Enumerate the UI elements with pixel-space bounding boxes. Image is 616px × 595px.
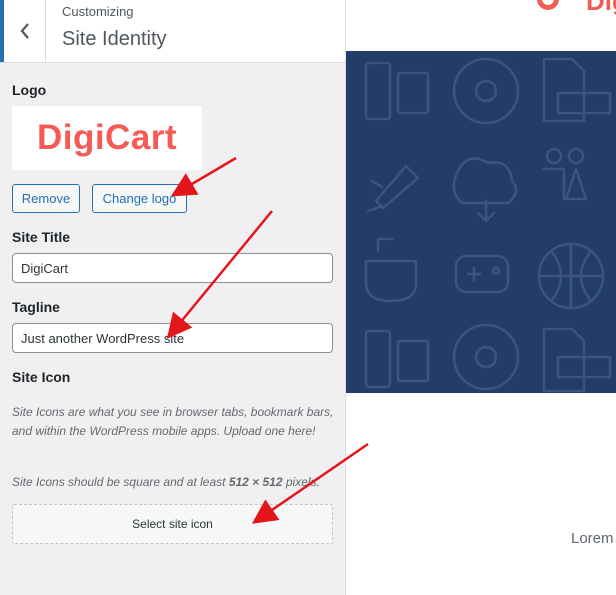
customizer-sidebar: Customizing Site Identity Logo DigiCart … [0,0,346,595]
preview-logo-icon [537,0,559,10]
logo-preview: DigiCart [12,106,202,170]
site-preview: Digi Lorem [346,0,616,595]
hero-pattern-icons [364,57,612,393]
size-note-prefix: Site Icons should be square and at least [12,475,229,489]
site-title-input[interactable] [12,253,333,283]
remove-logo-button[interactable]: Remove [12,184,80,213]
change-logo-button[interactable]: Change logo [92,184,187,213]
customizing-label: Customizing [62,4,134,19]
preview-body-text: Lorem [571,530,614,547]
size-note-suffix: pixels. [282,475,320,489]
size-note-dimensions: 512 × 512 [228,475,283,489]
site-icon-label: Site Icon [12,369,71,385]
site-title-label: Site Title [12,229,71,245]
preview-logo-text: Digi [586,0,616,16]
select-site-icon-button[interactable]: Select site icon [12,504,333,544]
logo-label: Logo [12,82,47,98]
site-icon-size-note: Site Icons should be square and at least… [12,473,337,492]
tagline-label: Tagline [12,299,60,315]
back-button[interactable] [0,0,46,62]
chevron-left-icon [19,22,31,40]
logo-image-text: DigiCart [36,118,178,157]
tagline-input[interactable] [12,323,333,353]
site-icon-description: Site Icons are what you see in browser t… [12,405,334,438]
section-title: Site Identity [62,28,167,50]
section-header: Customizing Site Identity [0,0,345,63]
hero-banner [346,51,616,393]
